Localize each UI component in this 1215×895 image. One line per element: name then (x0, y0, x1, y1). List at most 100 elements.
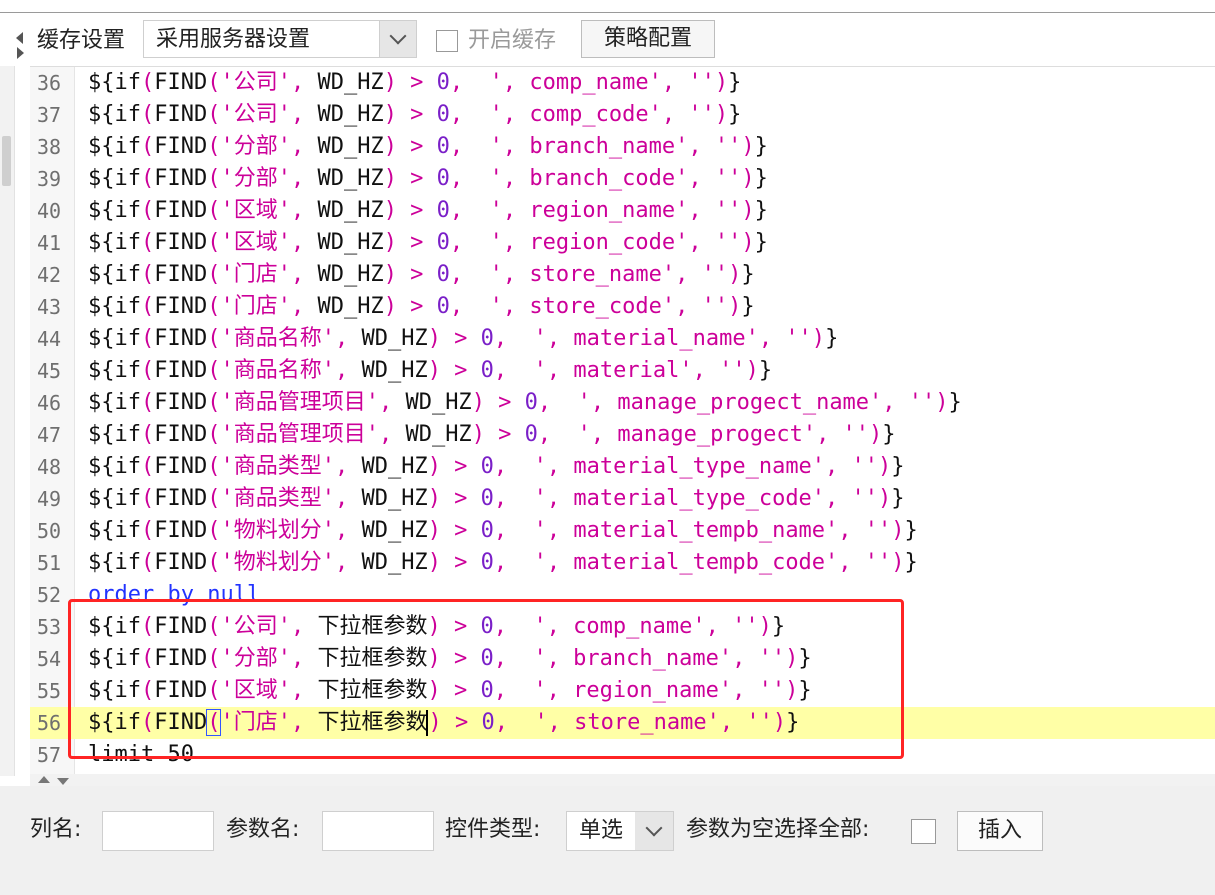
code-token: ) > (383, 230, 437, 255)
code-token: WD_HZ (361, 358, 428, 383)
code-token: , ', branch_code', '') (449, 166, 755, 191)
code-text[interactable]: ${if(FIND('门店', WD_HZ) > 0, ', store_cod… (88, 294, 755, 320)
code-token: ${if (88, 422, 141, 447)
code-text[interactable]: ${if(FIND('区域', WD_HZ) > 0, ', region_na… (88, 198, 768, 224)
code-text[interactable]: ${if(FIND('商品管理项目', WD_HZ) > 0, ', manag… (88, 390, 962, 416)
param-name-label: 参数名: (226, 817, 300, 842)
expand-right-icon[interactable] (17, 47, 24, 59)
code-token: ( (140, 390, 155, 415)
code-token: ) > (383, 134, 437, 159)
strategy-config-button[interactable]: 策略配置 (581, 20, 715, 58)
code-text[interactable]: ${if(FIND('分部', WD_HZ) > 0, ', branch_co… (88, 166, 768, 192)
code-token: ( (140, 486, 155, 511)
param-name-input[interactable] (322, 811, 434, 851)
code-text[interactable]: ${if(FIND('物料划分', WD_HZ) > 0, ', materia… (88, 518, 918, 544)
line-number: 41 (36, 231, 62, 255)
code-line[interactable]: 39 ${if(FIND('分部', WD_HZ) > 0, ', branch_… (30, 163, 1215, 195)
code-text[interactable]: ${if(FIND('商品名称', WD_HZ) > 0, ', materia… (88, 326, 838, 352)
code-line[interactable]: 36 ${if(FIND('公司', WD_HZ) > 0, ', comp_na… (30, 67, 1215, 99)
code-token: ('公司', (207, 102, 318, 127)
code-token: FIND (154, 422, 208, 447)
code-token: } (754, 230, 768, 255)
code-text[interactable]: ${if(FIND('商品类型', WD_HZ) > 0, ', materia… (88, 454, 905, 480)
left-scrollbar-thumb[interactable] (2, 136, 11, 186)
code-line[interactable]: 51 ${if(FIND('物料划分', WD_HZ) > 0, ', mater… (30, 547, 1215, 579)
code-line[interactable]: 42 ${if(FIND('门店', WD_HZ) > 0, ', store_n… (30, 259, 1215, 291)
code-line[interactable]: 48 ${if(FIND('商品类型', WD_HZ) > 0, ', mater… (30, 451, 1215, 483)
code-line[interactable]: 49 ${if(FIND('商品类型', WD_HZ) > 0, ', mater… (30, 483, 1215, 515)
code-token: } (825, 326, 839, 351)
code-token: 0 (436, 166, 450, 191)
control-type-select[interactable]: 单选 (566, 811, 674, 851)
line-number: 55 (36, 679, 62, 703)
code-text[interactable]: ${if(FIND('公司', WD_HZ) > 0, ', comp_name… (88, 70, 741, 96)
code-line[interactable]: 47 ${if(FIND('商品管理项目', WD_HZ) > 0, ', man… (30, 419, 1215, 451)
window-top-border (0, 12, 1215, 13)
code-token: 0 (480, 326, 494, 351)
code-token: ('商品名称', (207, 358, 362, 383)
insert-button[interactable]: 插入 (957, 811, 1043, 851)
cache-mode-select[interactable]: 采用服务器设置 (143, 20, 417, 58)
code-text[interactable]: ${if(FIND('分部', WD_HZ) > 0, ', branch_na… (88, 134, 768, 160)
code-text[interactable]: ${if(FIND('门店', WD_HZ) > 0, ', store_nam… (88, 262, 755, 288)
code-line[interactable]: 38 ${if(FIND('分部', WD_HZ) > 0, ', branch_… (30, 131, 1215, 163)
code-token: , ', material_type_code', '') (493, 486, 892, 511)
code-line[interactable]: 37 ${if(FIND('公司', WD_HZ) > 0, ', comp_co… (30, 99, 1215, 131)
code-text[interactable]: ${if(FIND('商品类型', WD_HZ) > 0, ', materia… (88, 486, 905, 512)
left-scrollbar[interactable] (0, 66, 15, 776)
column-name-input[interactable] (102, 811, 214, 851)
scroll-up-icon[interactable] (38, 776, 50, 783)
code-line[interactable]: 46 ${if(FIND('商品管理项目', WD_HZ) > 0, ', man… (30, 387, 1215, 419)
code-token: ('公司', (207, 70, 318, 95)
code-token: ) > (383, 198, 437, 223)
line-number: 56 (36, 711, 62, 735)
code-token: } (758, 358, 773, 383)
code-token: ( (140, 230, 155, 255)
code-token: } (948, 390, 962, 415)
code-line[interactable]: 50 ${if(FIND('物料划分', WD_HZ) > 0, ', mater… (30, 515, 1215, 547)
code-token: FIND (154, 294, 208, 319)
code-token: , ', material', '') (493, 358, 759, 383)
code-token: ) > (427, 486, 481, 511)
control-type-dropdown-button[interactable] (635, 812, 673, 850)
code-token: FIND (154, 326, 208, 351)
dropdown-button[interactable] (379, 21, 416, 57)
code-token: } (728, 102, 742, 127)
code-token: ) > (427, 518, 481, 543)
code-line[interactable]: 43 ${if(FIND('门店', WD_HZ) > 0, ', store_c… (30, 291, 1215, 323)
code-token: ( (140, 454, 155, 479)
code-token: , ', material_tempb_code', '') (493, 550, 905, 575)
code-token: ('物料划分', (207, 518, 362, 543)
scroll-down-icon[interactable] (57, 778, 69, 785)
code-token: FIND (154, 166, 208, 191)
code-token: ) > (383, 166, 437, 191)
code-line[interactable]: 44 ${if(FIND('商品名称', WD_HZ) > 0, ', mater… (30, 323, 1215, 355)
code-line[interactable]: 40 ${if(FIND('区域', WD_HZ) > 0, ', region_… (30, 195, 1215, 227)
code-token: ) > (383, 70, 437, 95)
code-text[interactable]: ${if(FIND('商品管理项目', WD_HZ) > 0, ', manag… (88, 422, 896, 448)
code-line[interactable]: 41 ${if(FIND('区域', WD_HZ) > 0, ', region_… (30, 227, 1215, 259)
code-token: ( (140, 70, 155, 95)
empty-select-all-checkbox[interactable] (911, 819, 936, 844)
code-token: 0 (436, 134, 450, 159)
code-text[interactable]: ${if(FIND('物料划分', WD_HZ) > 0, ', materia… (88, 550, 918, 576)
code-token: ) > (427, 550, 481, 575)
enable-cache-checkbox[interactable] (436, 30, 458, 52)
code-text[interactable]: ${if(FIND('区域', WD_HZ) > 0, ', region_co… (88, 230, 768, 256)
editor-bottom-scroll-area[interactable] (30, 774, 1215, 786)
code-token: } (904, 518, 918, 543)
code-line[interactable]: 45 ${if(FIND('商品名称', WD_HZ) > 0, ', mater… (30, 355, 1215, 387)
code-token: FIND (154, 486, 208, 511)
code-token: ${if (88, 166, 141, 191)
code-token: WD_HZ (405, 422, 472, 447)
code-text[interactable]: ${if(FIND('商品名称', WD_HZ) > 0, ', materia… (88, 358, 772, 384)
code-text[interactable]: ${if(FIND('公司', WD_HZ) > 0, ', comp_code… (88, 102, 741, 128)
code-token: ('区域', (207, 230, 318, 255)
parameter-insert-bar: 列名: 参数名: 控件类型: 单选 参数为空选择全部: 插入 (0, 786, 1215, 895)
line-number: 36 (36, 71, 62, 95)
code-token: ${if (88, 230, 141, 255)
code-token: 0 (436, 70, 450, 95)
code-token: ( (140, 358, 155, 383)
code-token: } (891, 454, 905, 479)
collapse-left-icon[interactable] (16, 32, 23, 44)
